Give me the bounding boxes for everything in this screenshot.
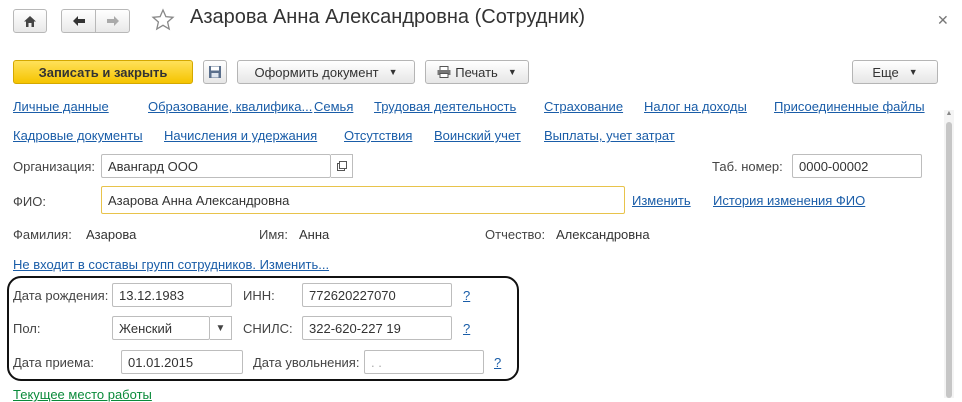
arrow-left-icon — [72, 16, 85, 26]
open-link-icon — [336, 161, 347, 171]
link-education[interactable]: Образование, квалифика... — [148, 99, 312, 114]
gender-select[interactable]: Женский — [112, 316, 210, 340]
inn-field[interactable]: 772620227070 — [302, 283, 452, 307]
more-label: Еще — [872, 64, 899, 80]
snils-help-link[interactable]: ? — [463, 321, 470, 336]
inn-label: ИНН: — [243, 288, 275, 303]
link-hr-documents[interactable]: Кадровые документы — [13, 128, 143, 143]
current-workplace-link[interactable]: Текущее место работы — [13, 387, 152, 402]
link-family[interactable]: Семья — [314, 99, 353, 114]
open-organization-button[interactable] — [331, 154, 353, 178]
birth-date-label: Дата рождения: — [13, 288, 109, 303]
create-document-label: Оформить документ — [254, 64, 379, 80]
home-button[interactable] — [13, 9, 47, 33]
scrollbar-thumb[interactable] — [946, 122, 952, 398]
dropdown-arrow-icon: ▼ — [507, 67, 517, 77]
dropdown-arrow-icon: ▼ — [388, 67, 398, 77]
dismissal-date-field[interactable]: . . — [364, 350, 484, 374]
organization-field[interactable]: Авангард ООО — [101, 154, 331, 178]
link-absences[interactable]: Отсутствия — [344, 128, 412, 143]
link-accruals[interactable]: Начисления и удержания — [164, 128, 317, 143]
snils-label: СНИЛС: — [243, 321, 293, 336]
patronymic-label: Отчество: — [485, 227, 546, 242]
hire-date-field[interactable]: 01.01.2015 — [121, 350, 243, 374]
floppy-disk-icon — [209, 66, 221, 78]
employee-groups-link[interactable]: Не входит в составы групп сотрудников. И… — [13, 257, 329, 272]
fio-label: ФИО: — [13, 194, 46, 209]
dismissal-date-label: Дата увольнения: — [253, 355, 360, 370]
fio-field[interactable]: Азарова Анна Александровна — [101, 186, 625, 214]
more-button[interactable]: Еще ▼ — [852, 60, 938, 84]
back-button[interactable] — [61, 9, 95, 33]
printer-icon — [437, 66, 451, 78]
dismissal-help-link[interactable]: ? — [494, 355, 501, 370]
arrow-right-icon — [106, 16, 119, 26]
create-document-button[interactable]: Оформить документ ▼ — [237, 60, 415, 84]
inn-help-link[interactable]: ? — [463, 288, 470, 303]
save-and-close-button[interactable]: Записать и закрыть — [13, 60, 193, 84]
surname-label: Фамилия: — [13, 227, 72, 242]
gender-dropdown-button[interactable]: ▼ — [210, 316, 232, 340]
hire-date-label: Дата приема: — [13, 355, 94, 370]
patronymic-value: Александровна — [556, 227, 650, 242]
name-label: Имя: — [259, 227, 288, 242]
save-button[interactable] — [203, 60, 227, 84]
organization-label: Организация: — [13, 159, 96, 174]
link-income-tax[interactable]: Налог на доходы — [644, 99, 747, 114]
name-value: Анна — [299, 227, 330, 242]
fio-change-link[interactable]: Изменить — [632, 193, 691, 208]
birth-date-field[interactable]: 13.12.1983 — [112, 283, 232, 307]
home-icon — [24, 15, 36, 27]
link-payments[interactable]: Выплаты, учет затрат — [544, 128, 675, 143]
print-button[interactable]: Печать ▼ — [425, 60, 529, 84]
link-work-activity[interactable]: Трудовая деятельность — [374, 99, 516, 114]
fio-history-link[interactable]: История изменения ФИО — [713, 193, 865, 208]
snils-field[interactable]: 322-620-227 19 — [302, 316, 452, 340]
link-attached-files[interactable]: Присоединенные файлы — [774, 99, 925, 114]
page-title: Азарова Анна Александровна (Сотрудник) — [190, 6, 586, 28]
close-icon[interactable]: ✕ — [937, 12, 949, 29]
surname-value: Азарова — [86, 227, 137, 242]
tab-number-label: Таб. номер: — [712, 159, 783, 174]
dropdown-arrow-icon: ▼ — [908, 67, 918, 77]
link-personal-data[interactable]: Личные данные — [13, 99, 109, 114]
gender-label: Пол: — [13, 321, 41, 336]
dropdown-arrow-icon: ▼ — [215, 322, 226, 334]
link-military[interactable]: Воинский учет — [434, 128, 521, 143]
link-insurance[interactable]: Страхование — [544, 99, 623, 114]
tab-number-field[interactable]: 0000-00002 — [792, 154, 922, 178]
print-label: Печать — [455, 64, 498, 80]
scroll-up-icon[interactable]: ▲ — [944, 110, 954, 120]
favorite-star-icon[interactable] — [151, 8, 175, 32]
forward-button[interactable] — [95, 9, 130, 33]
